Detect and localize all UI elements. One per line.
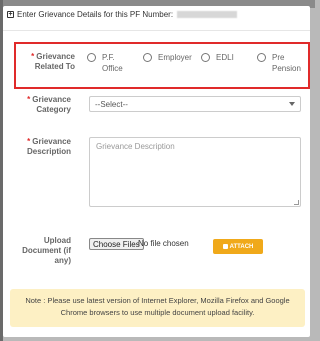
label-line: Description [26, 147, 71, 156]
choose-files-button[interactable]: Choose Files [89, 238, 144, 250]
select-value: --Select-- [95, 99, 128, 109]
grievance-category-label: * Grievance Category [13, 95, 71, 115]
radio-employer[interactable]: Employer [143, 52, 192, 63]
grievance-modal: + Enter Grievance Details for this PF Nu… [3, 6, 310, 337]
required-star: * [27, 95, 31, 104]
label-line: Document (if [22, 246, 71, 255]
attach-label: ATTACH [229, 243, 254, 250]
label-line: Grievance [36, 52, 75, 61]
grievance-description-label: * Grievance Description [13, 137, 71, 157]
label-line: Related To [34, 62, 75, 71]
resize-handle-icon[interactable] [294, 200, 299, 205]
radio-edli[interactable]: EDLI [201, 52, 234, 63]
radio-label: Employer [158, 53, 192, 62]
label-line: Grievance [32, 95, 71, 104]
chevron-down-icon [289, 102, 295, 106]
attach-icon [222, 244, 228, 249]
radio-circle[interactable] [143, 53, 152, 62]
grievance-description-input[interactable]: Grievance Description [89, 137, 301, 207]
label-line: Category [36, 105, 71, 114]
required-star: * [27, 137, 31, 146]
radio-label: EDLI [216, 53, 234, 62]
radio-pf-office[interactable]: P.F. Office [87, 52, 123, 74]
radio-circle[interactable] [257, 53, 266, 62]
radio-circle[interactable] [87, 53, 96, 62]
radio-label: P.F. Office [102, 53, 123, 73]
attach-button[interactable]: ATTACH [213, 239, 263, 254]
textarea-placeholder: Grievance Description [96, 142, 175, 151]
upload-document-label: Upload Document (if any) [13, 236, 71, 266]
grievance-category-select[interactable]: --Select-- [89, 96, 301, 112]
required-star: * [31, 52, 35, 61]
grievance-related-to-label: * Grievance Related To [17, 52, 75, 72]
pf-number-redacted [177, 11, 238, 18]
label-line: Upload [43, 236, 71, 245]
modal-header: + Enter Grievance Details for this PF Nu… [3, 6, 310, 23]
radio-circle[interactable] [201, 53, 210, 62]
label-line: any) [54, 256, 71, 265]
label-line: Grievance [32, 137, 71, 146]
header-divider [3, 30, 310, 31]
plus-square-icon: + [7, 10, 14, 18]
browser-note: Note : Please use latest version of Inte… [10, 289, 305, 327]
radio-pre-pension[interactable]: Pre Pension [257, 52, 301, 74]
radio-label: Pre Pension [272, 53, 301, 73]
file-status-text: No file chosen [138, 239, 189, 248]
modal-title: Enter Grievance Details for this PF Numb… [17, 10, 174, 19]
